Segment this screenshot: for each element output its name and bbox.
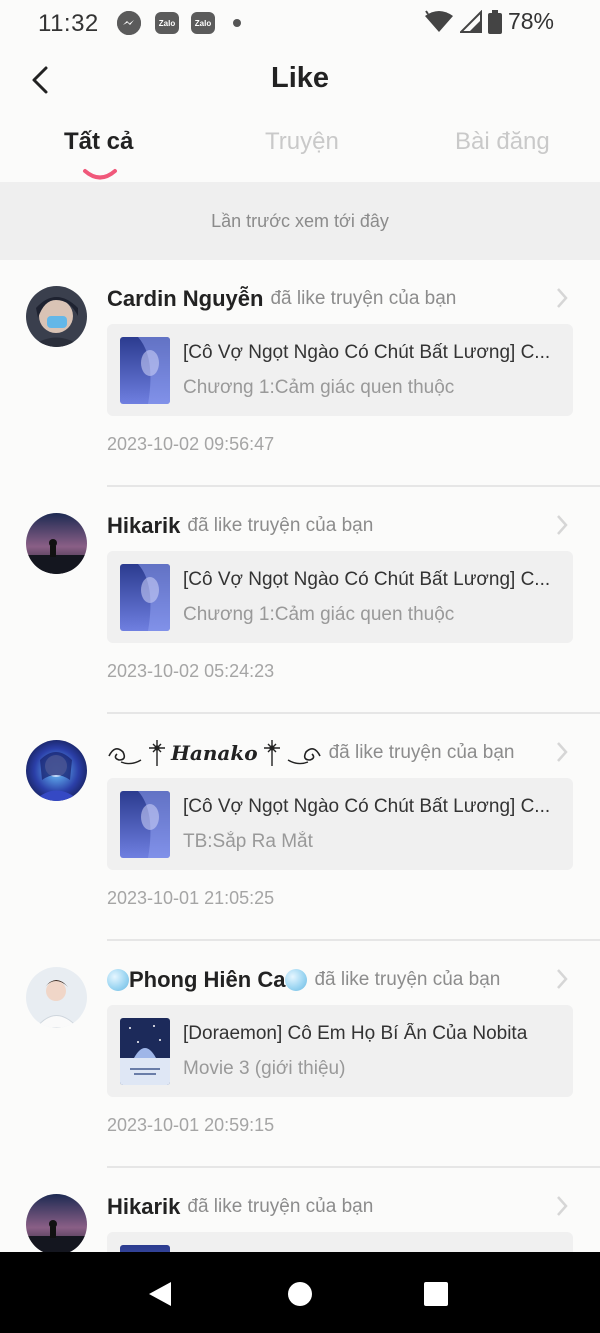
- story-cover: [120, 564, 170, 631]
- item-header: Phong Hiên Ca đã like truyện của bạn: [107, 963, 540, 997]
- square-recents-icon: [424, 1282, 448, 1306]
- story-title: [Doraemon] Cô Em Họ Bí Ẩn Của Nobita: [183, 1023, 528, 1044]
- list-item[interactable]: Hikarik đã like truyện của bạn: [0, 1168, 600, 1252]
- ornament-left-icon: [108, 740, 165, 766]
- story-card[interactable]: [107, 1232, 573, 1252]
- tab-stories[interactable]: Truyện: [265, 128, 339, 156]
- chevron-right-icon: [557, 742, 568, 762]
- zalo-icon: Zalo: [155, 12, 179, 34]
- action-text: đã like truyện của bạn: [187, 1196, 374, 1217]
- timestamp: 2023-10-01 21:05:25: [107, 888, 275, 908]
- nav-home-button[interactable]: [280, 1274, 320, 1314]
- username[interactable]: Hanako: [171, 741, 258, 765]
- chevron-right-icon: [557, 969, 568, 989]
- list-item[interactable]: Hanako đã like truyện của bạn [Cô Vợ Ngọ…: [0, 714, 600, 941]
- story-cover: [120, 1018, 170, 1085]
- story-card[interactable]: [Cô Vợ Ngọt Ngào Có Chút Bất Lương] C...…: [107, 324, 573, 416]
- avatar[interactable]: [26, 513, 87, 574]
- list-item[interactable]: Hikarik đã like truyện của bạn [Cô Vợ Ng…: [0, 487, 600, 714]
- last-seen-notice: Lần trước xem tới đây: [0, 182, 600, 260]
- timestamp: 2023-10-01 20:59:15: [107, 1115, 275, 1135]
- action-text: đã like truyện của bạn: [270, 288, 457, 309]
- status-right: 78%: [424, 8, 554, 35]
- tab-bar: Tất cả Truyện Bài đăng: [0, 124, 600, 182]
- story-cover: [120, 791, 170, 858]
- chevron-right-icon: [557, 515, 568, 535]
- status-bar: 11:32 Zalo Zalo 78%: [0, 0, 600, 46]
- chevron-right-icon: [557, 288, 568, 308]
- system-nav-bar: [0, 1252, 600, 1333]
- circle-home-icon: [288, 1282, 312, 1306]
- messenger-icon: [117, 11, 141, 35]
- header: Like: [0, 52, 600, 108]
- story-card[interactable]: [Cô Vợ Ngọt Ngào Có Chút Bất Lương] C...…: [107, 551, 573, 643]
- item-header: Hikarik đã like truyện của bạn: [107, 1190, 540, 1224]
- timestamp: 2023-10-02 09:56:47: [107, 434, 275, 454]
- status-time: 11:32: [38, 10, 99, 37]
- bubble-right-icon: [285, 969, 308, 991]
- avatar[interactable]: [26, 967, 87, 1028]
- timestamp: 2023-10-02 05:24:23: [107, 661, 275, 681]
- like-feed: Cardin Nguyễn đã like truyện của bạn [Cô…: [0, 260, 600, 1252]
- item-header: Hikarik đã like truyện của bạn: [107, 509, 540, 543]
- item-header: Cardin Nguyễn đã like truyện của bạn: [107, 282, 540, 316]
- story-title: [Cô Vợ Ngọt Ngào Có Chút Bất Lương] C...: [183, 796, 551, 817]
- username[interactable]: Hikarik: [107, 1194, 180, 1220]
- wifi-icon: [424, 9, 453, 32]
- action-text: đã like truyện của bạn: [314, 969, 501, 990]
- avatar[interactable]: [26, 286, 87, 347]
- story-chapter: Chương 1:Cảm giác quen thuộc: [183, 604, 455, 625]
- ornament-right-icon: [263, 740, 321, 766]
- story-chapter: Chương 1:Cảm giác quen thuộc: [183, 377, 455, 398]
- story-card[interactable]: [Cô Vợ Ngọt Ngào Có Chút Bất Lương] C...…: [107, 778, 573, 870]
- battery-percent: 78%: [507, 8, 554, 34]
- battery-icon: [487, 9, 502, 34]
- story-cover: [120, 1245, 170, 1252]
- tab-posts[interactable]: Bài đăng: [455, 128, 550, 156]
- story-card[interactable]: [Doraemon] Cô Em Họ Bí Ẩn Của Nobita Mov…: [107, 1005, 573, 1097]
- avatar[interactable]: [26, 1194, 87, 1252]
- item-header: Hanako đã like truyện của bạn: [107, 736, 540, 770]
- zalo-icon: Zalo: [191, 12, 215, 34]
- username[interactable]: Cardin Nguyễn: [107, 286, 263, 312]
- notification-dot-icon: [233, 19, 241, 27]
- avatar[interactable]: [26, 740, 87, 801]
- story-title: [Cô Vợ Ngọt Ngào Có Chút Bất Lương] C...: [183, 342, 551, 363]
- cell-signal-icon: [459, 9, 482, 33]
- story-chapter: TB:Sắp Ra Mắt: [183, 831, 313, 852]
- action-text: đã like truyện của bạn: [187, 515, 374, 536]
- story-chapter: Movie 3 (giới thiệu): [183, 1058, 346, 1079]
- nav-back-button[interactable]: [140, 1274, 180, 1314]
- story-title: [Cô Vợ Ngọt Ngào Có Chút Bất Lương] C...: [183, 569, 551, 590]
- active-tab-indicator: [83, 169, 117, 180]
- bubble-left-icon: [107, 969, 129, 991]
- chevron-right-icon: [557, 1196, 568, 1216]
- nav-recents-button[interactable]: [416, 1274, 456, 1314]
- tab-all[interactable]: Tất cả: [64, 128, 133, 156]
- action-text: đã like truyện của bạn: [328, 742, 515, 763]
- triangle-back-icon: [149, 1282, 171, 1306]
- page-title: Like: [270, 62, 330, 94]
- list-item[interactable]: Phong Hiên Ca đã like truyện của bạn [Do…: [0, 941, 600, 1168]
- username[interactable]: Phong Hiên Ca: [129, 967, 285, 993]
- username[interactable]: Hikarik: [107, 513, 180, 539]
- story-cover: [120, 337, 170, 404]
- list-item[interactable]: Cardin Nguyễn đã like truyện của bạn [Cô…: [0, 260, 600, 487]
